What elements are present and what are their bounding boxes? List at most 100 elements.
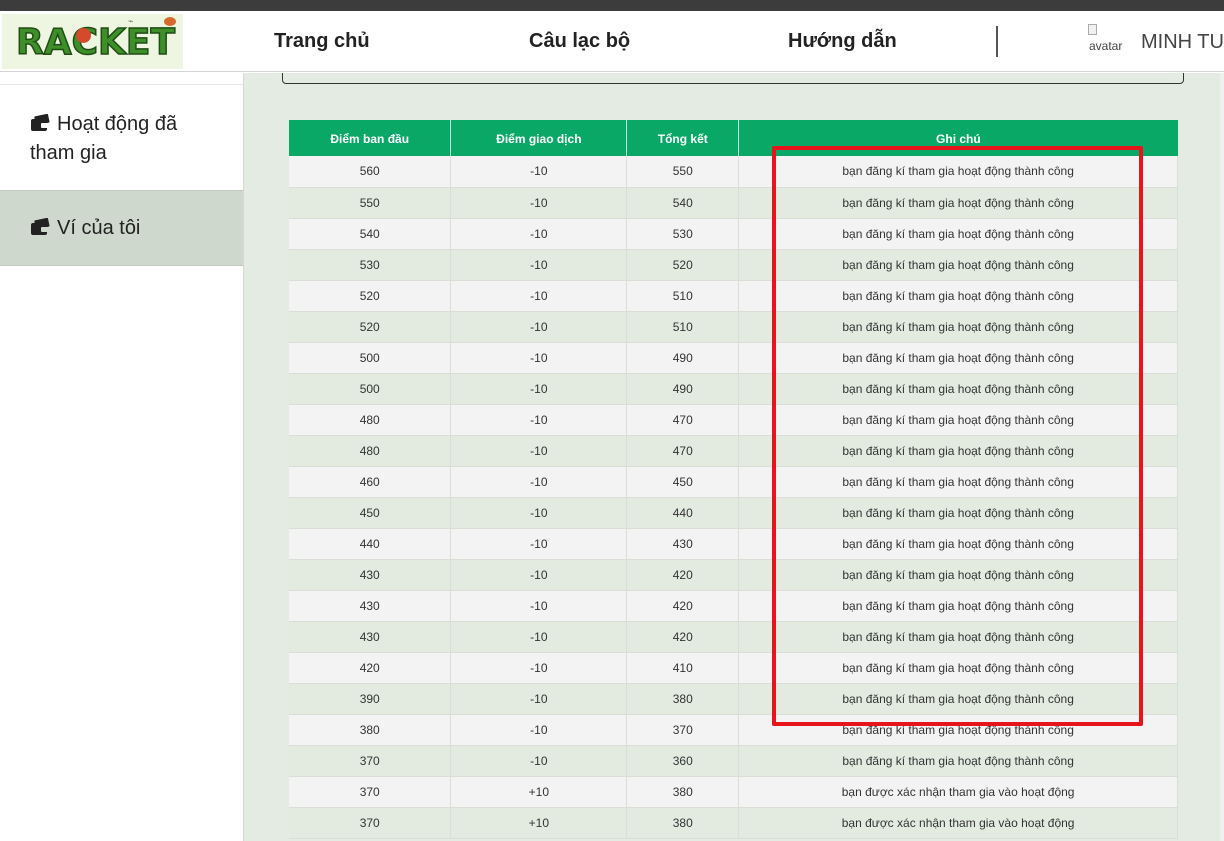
cell-note: bạn được xác nhận tham gia vào hoạt động [738, 807, 1178, 839]
cell-transaction-points: -10 [450, 528, 628, 560]
sidebar-divider [0, 84, 243, 85]
cell-total: 520 [626, 249, 740, 281]
nav-divider [996, 26, 998, 57]
cell-initial-points: 500 [289, 342, 452, 374]
cell-transaction-points: -10 [450, 621, 628, 653]
cell-total: 380 [626, 683, 740, 715]
cell-note: bạn đăng kí tham gia hoạt động thành côn… [738, 559, 1178, 591]
cell-initial-points: 440 [289, 528, 452, 560]
site-header: ⌁ RACKET Trang chủ Câu lạc bộ Hướng dẫn … [0, 11, 1224, 72]
cell-note: bạn đăng kí tham gia hoạt động thành côn… [738, 404, 1178, 436]
cell-transaction-points: +10 [450, 807, 628, 839]
cell-transaction-points: -10 [450, 249, 628, 281]
cell-total: 550 [626, 156, 740, 188]
cell-initial-points: 560 [289, 156, 452, 188]
cell-transaction-points: -10 [450, 683, 628, 715]
cell-total: 370 [626, 714, 740, 746]
cell-transaction-points: -10 [450, 373, 628, 405]
table-row: 370 +10 380 bạn được xác nhận tham gia vào … [289, 807, 1178, 839]
cell-transaction-points: -10 [450, 559, 628, 591]
table-row: 480 -10 470 bạn đăng kí tham gia hoạt động … [289, 404, 1178, 436]
cell-total: 510 [626, 311, 740, 343]
cell-note: bạn đăng kí tham gia hoạt động thành côn… [738, 435, 1178, 467]
cell-transaction-points: -10 [450, 404, 628, 436]
table-row: 500 -10 490 bạn đăng kí tham gia hoạt động … [289, 342, 1178, 374]
cell-note: bạn đăng kí tham gia hoạt động thành côn… [738, 621, 1178, 653]
racket-logo[interactable]: ⌁ RACKET [2, 14, 183, 69]
cell-initial-points: 530 [289, 249, 452, 281]
cell-total: 420 [626, 559, 740, 591]
cell-initial-points: 520 [289, 311, 452, 343]
cell-initial-points: 520 [289, 280, 452, 312]
cell-note: bạn đăng kí tham gia hoạt động thành côn… [738, 528, 1178, 560]
table-row: 450 -10 440 bạn đăng kí tham gia hoạt động … [289, 497, 1178, 529]
scrollbar[interactable] [1220, 73, 1224, 841]
table-row: 530 -10 520 bạn đăng kí tham gia hoạt động … [289, 249, 1178, 281]
nav-home[interactable]: Trang chủ [274, 30, 370, 53]
cell-initial-points: 500 [289, 373, 452, 405]
sidebar-item-wallet[interactable]: Ví của tôi [0, 190, 243, 266]
table-row: 430 -10 420 bạn đăng kí tham gia hoạt động … [289, 621, 1178, 653]
wallet-icon [31, 218, 50, 235]
nav-clubs[interactable]: Câu lạc bộ [529, 30, 630, 53]
cell-note: bạn đăng kí tham gia hoạt động thành côn… [738, 156, 1178, 188]
header-transaction-points: Điểm giao dịch [450, 120, 628, 156]
cell-note: bạn đăng kí tham gia hoạt động thành côn… [738, 249, 1178, 281]
cell-note: bạn đăng kí tham gia hoạt động thành côn… [738, 342, 1178, 374]
cell-transaction-points: -10 [450, 714, 628, 746]
wallet-icon [31, 114, 50, 131]
cell-total: 430 [626, 528, 740, 560]
avatar-alt-text: avatar [1089, 39, 1123, 53]
cell-initial-points: 430 [289, 590, 452, 622]
browser-top-strip [0, 0, 1224, 11]
cell-transaction-points: -10 [450, 187, 628, 219]
cell-note: bạn đăng kí tham gia hoạt động thành côn… [738, 497, 1178, 529]
cell-initial-points: 550 [289, 187, 452, 219]
table-row: 370 -10 360 bạn đăng kí tham gia hoạt động … [289, 745, 1178, 777]
cell-total: 510 [626, 280, 740, 312]
cell-total: 380 [626, 807, 740, 839]
cell-total: 360 [626, 745, 740, 777]
ball-icon [76, 28, 91, 43]
cell-initial-points: 390 [289, 683, 452, 715]
cell-note: bạn đăng kí tham gia hoạt động thành côn… [738, 683, 1178, 715]
cell-initial-points: 480 [289, 404, 452, 436]
cell-note: bạn đăng kí tham gia hoạt động thành côn… [738, 466, 1178, 498]
cell-note: bạn đăng kí tham gia hoạt động thành côn… [738, 745, 1178, 777]
broken-image-icon [1088, 24, 1097, 35]
cell-note: bạn đăng kí tham gia hoạt động thành côn… [738, 652, 1178, 684]
avatar[interactable]: avatar [1088, 24, 1124, 54]
header-initial-points: Điểm ban đầu [289, 120, 452, 156]
table-row: 550 -10 540 bạn đăng kí tham gia hoạt động … [289, 187, 1178, 219]
table-row: 540 -10 530 bạn đăng kí tham gia hoạt động … [289, 218, 1178, 250]
main-content: Điểm ban đầu Điểm giao dịch Tổng kết Ghi… [244, 73, 1224, 841]
table-row: 370 +10 380 bạn được xác nhận tham gia vào … [289, 776, 1178, 808]
cell-total: 380 [626, 776, 740, 808]
cell-initial-points: 460 [289, 466, 452, 498]
cell-total: 450 [626, 466, 740, 498]
cell-transaction-points: -10 [450, 466, 628, 498]
sidebar-item-label: Ví của tôi [57, 217, 141, 239]
cell-total: 470 [626, 404, 740, 436]
table-row: 380 -10 370 bạn đăng kí tham gia hoạt động … [289, 714, 1178, 746]
nav-guide[interactable]: Hướng dẫn [788, 30, 897, 53]
cell-note: bạn đăng kí tham gia hoạt động thành côn… [738, 218, 1178, 250]
table-row: 440 -10 430 bạn đăng kí tham gia hoạt động … [289, 528, 1178, 560]
header-total: Tổng kết [626, 120, 740, 156]
cell-note: bạn được xác nhận tham gia vào hoạt động [738, 776, 1178, 808]
username[interactable]: MINH TU [1141, 31, 1224, 54]
table-header-row: Điểm ban đầu Điểm giao dịch Tổng kết Ghi… [289, 120, 1178, 156]
cell-transaction-points: -10 [450, 590, 628, 622]
table-row: 500 -10 490 bạn đăng kí tham gia hoạt động … [289, 373, 1178, 405]
table-row: 460 -10 450 bạn đăng kí tham gia hoạt động … [289, 466, 1178, 498]
cell-total: 440 [626, 497, 740, 529]
cell-initial-points: 540 [289, 218, 452, 250]
cell-transaction-points: +10 [450, 776, 628, 808]
sidebar: Hoạt động đã tham gia Ví của tôi [0, 73, 244, 841]
cell-transaction-points: -10 [450, 652, 628, 684]
transaction-table: Điểm ban đầu Điểm giao dịch Tổng kết Ghi… [289, 120, 1178, 839]
cell-initial-points: 450 [289, 497, 452, 529]
sidebar-item-activities[interactable]: Hoạt động đã tham gia [0, 110, 243, 186]
cell-total: 470 [626, 435, 740, 467]
cell-initial-points: 430 [289, 621, 452, 653]
